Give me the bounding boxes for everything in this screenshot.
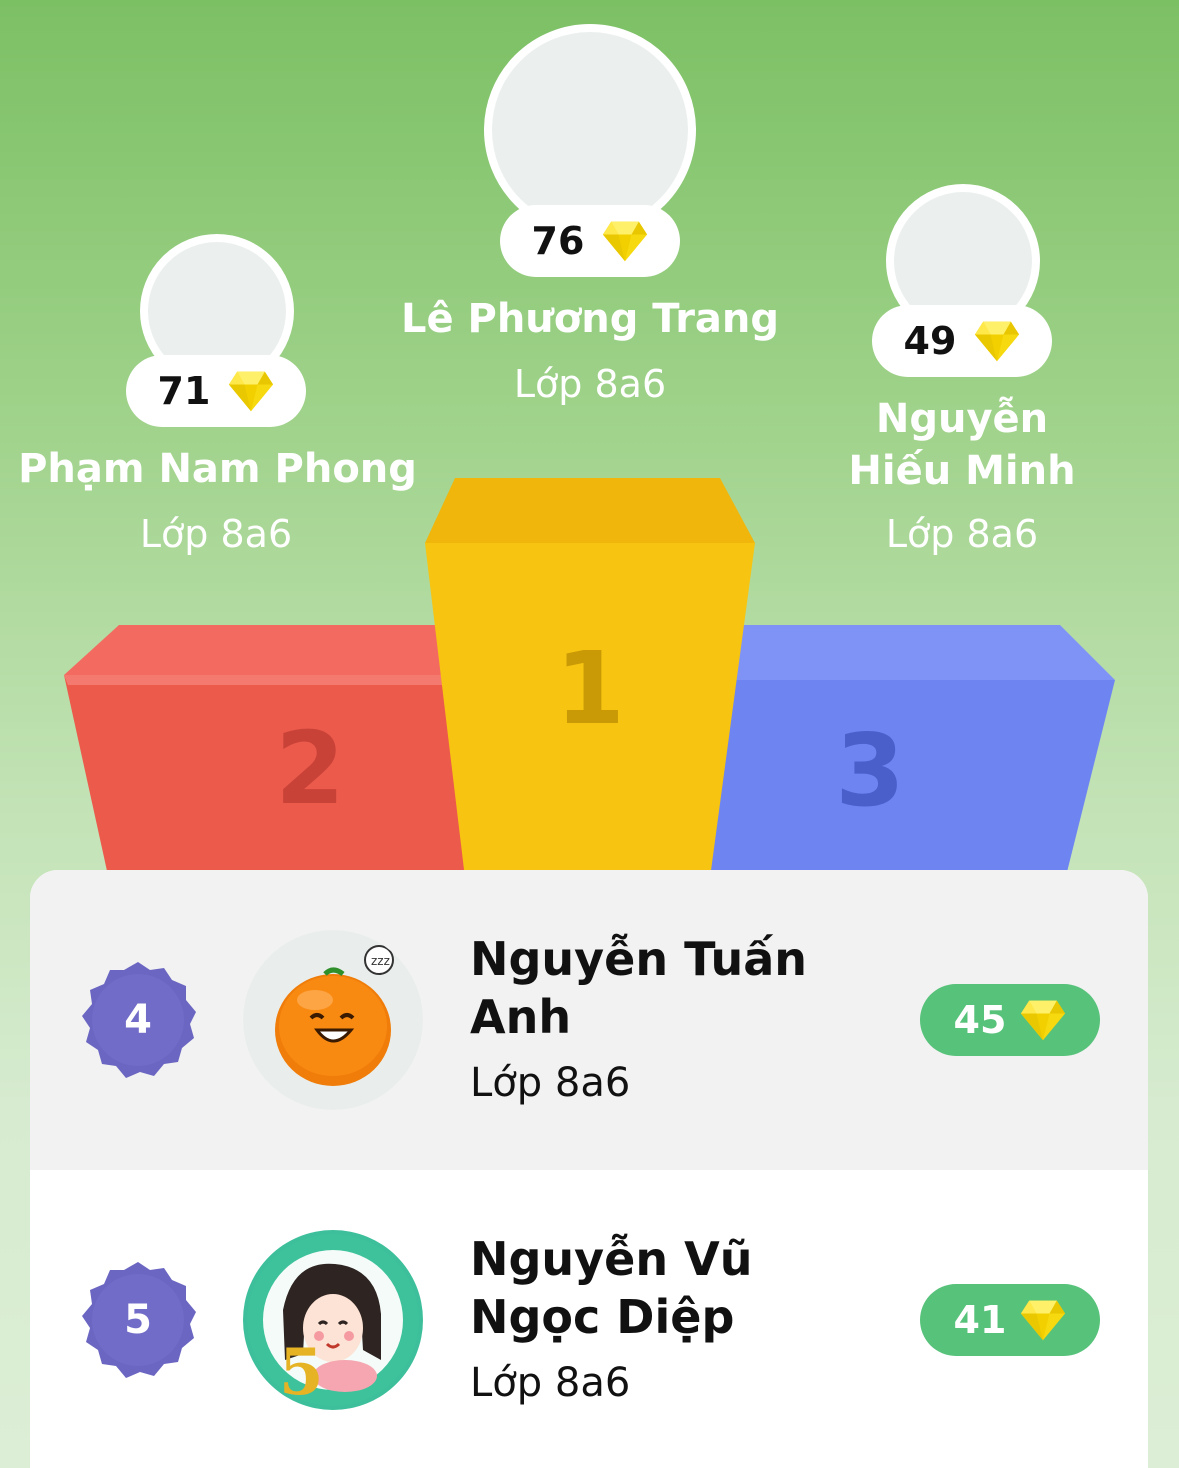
diamond-gem-icon — [228, 369, 274, 413]
diamond-gem-icon — [1020, 1298, 1066, 1342]
third-place-score: 49 — [872, 305, 1052, 377]
student-name: Nguyễn Vũ Ngọc Diệp — [470, 1232, 753, 1344]
first-place-name: Lê Phương Trang — [400, 296, 780, 342]
second-place-name: Phạm Nam Phong — [18, 446, 417, 492]
second-place-score-value: 71 — [157, 369, 211, 413]
svg-text:5: 5 — [279, 1335, 324, 1410]
ranking-list: 4 zzz Nguyễn Tuấn Anh Lớp 8a6 45 5 5 Ngu… — [30, 870, 1148, 1468]
third-place-class: Lớp 8a6 — [885, 512, 1039, 556]
second-place-class: Lớp 8a6 — [139, 512, 293, 556]
third-place-score-value: 49 — [903, 319, 957, 363]
podium-rank-3: 3 — [835, 712, 905, 829]
birthday-girl-avatar[interactable]: 5 — [243, 1230, 423, 1410]
list-item[interactable]: 5 5 Nguyễn Vũ Ngọc Diệp Lớp 8a6 41 — [30, 1170, 1148, 1468]
orange-mascot-avatar[interactable]: zzz — [243, 930, 423, 1110]
diamond-gem-icon — [1020, 998, 1066, 1042]
podium-rank-2: 2 — [275, 710, 345, 827]
score-badge: 45 — [920, 984, 1100, 1056]
rank-number: 4 — [124, 997, 152, 1043]
first-place-score: 76 — [500, 205, 680, 277]
diamond-gem-icon — [974, 319, 1020, 363]
diamond-gem-icon — [602, 219, 648, 263]
rank-number: 5 — [124, 1297, 152, 1343]
score-badge: 41 — [920, 1284, 1100, 1356]
student-name: Nguyễn Tuấn Anh — [470, 932, 807, 1044]
score-value: 41 — [953, 1298, 1007, 1342]
third-place-name: Nguyễn Hiếu Minh — [848, 396, 1076, 494]
student-class: Lớp 8a6 — [470, 1360, 631, 1406]
badge-icon: 4 — [78, 960, 198, 1080]
second-place-score: 71 — [126, 355, 306, 427]
first-place-class: Lớp 8a6 — [513, 362, 667, 406]
badge-icon: 5 — [78, 1260, 198, 1380]
score-value: 45 — [953, 998, 1007, 1042]
podium-rank-1: 1 — [555, 630, 625, 747]
list-item[interactable]: 4 zzz Nguyễn Tuấn Anh Lớp 8a6 45 — [30, 870, 1148, 1170]
svg-text:zzz: zzz — [371, 954, 390, 968]
student-class: Lớp 8a6 — [470, 1060, 631, 1106]
first-place-score-value: 76 — [531, 219, 585, 263]
